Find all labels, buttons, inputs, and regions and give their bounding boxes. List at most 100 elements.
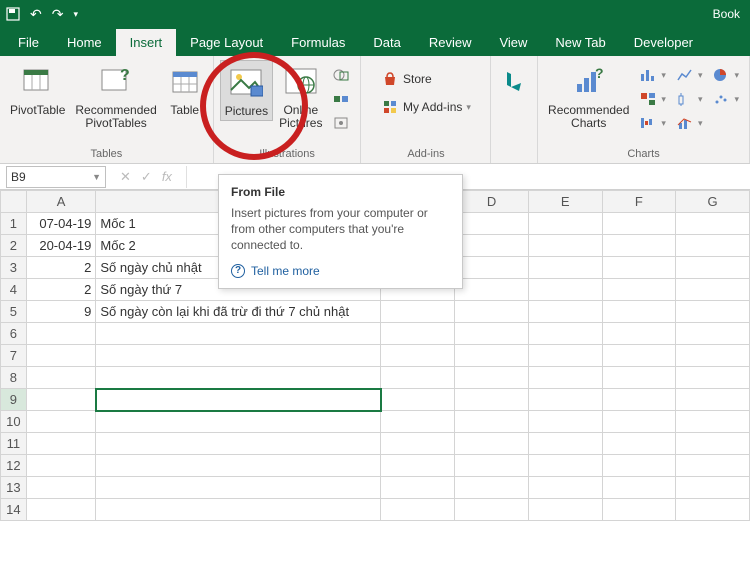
tab-home[interactable]: Home (53, 29, 116, 56)
col-header-E[interactable]: E (528, 191, 602, 213)
cell[interactable] (528, 367, 602, 389)
cell[interactable] (26, 499, 96, 521)
cell[interactable] (455, 411, 529, 433)
cell[interactable] (528, 499, 602, 521)
line-chart-button[interactable]: ▾ (672, 64, 707, 86)
cell[interactable] (455, 257, 529, 279)
row-header[interactable]: 6 (1, 323, 27, 345)
cell[interactable] (455, 323, 529, 345)
shapes-button[interactable] (328, 64, 354, 86)
column-chart-button[interactable]: ▾ (635, 64, 670, 86)
undo-icon[interactable]: ↶ (30, 6, 42, 23)
cell[interactable] (676, 279, 750, 301)
cell[interactable] (381, 345, 455, 367)
cell[interactable] (528, 213, 602, 235)
cell[interactable] (26, 345, 96, 367)
row-header[interactable]: 4 (1, 279, 27, 301)
cell[interactable] (528, 433, 602, 455)
cell[interactable] (528, 301, 602, 323)
cell[interactable]: Số ngày còn lại khi đã trừ đi thứ 7 chủ … (96, 301, 381, 323)
cell[interactable] (455, 279, 529, 301)
cell[interactable] (96, 323, 381, 345)
row-header[interactable]: 14 (1, 499, 27, 521)
scatter-chart-button[interactable]: ▾ (708, 88, 743, 110)
cell[interactable] (602, 477, 676, 499)
store-button[interactable]: Store (377, 68, 436, 90)
cell[interactable] (381, 323, 455, 345)
row-header[interactable]: 3 (1, 257, 27, 279)
redo-icon[interactable]: ↷ (52, 6, 64, 23)
smartart-button[interactable] (328, 88, 354, 110)
cell[interactable] (528, 411, 602, 433)
tab-insert[interactable]: Insert (116, 29, 177, 56)
cell[interactable]: 2 (26, 257, 96, 279)
cell[interactable] (602, 367, 676, 389)
online-pictures-button[interactable]: Online Pictures (275, 60, 326, 132)
cell[interactable] (602, 213, 676, 235)
col-header-A[interactable]: A (26, 191, 96, 213)
cell[interactable] (528, 389, 602, 411)
my-addins-button[interactable]: My Add-ins ▾ (377, 96, 475, 118)
cell[interactable] (455, 235, 529, 257)
cancel-icon[interactable]: ✕ (120, 169, 131, 185)
cell[interactable] (676, 433, 750, 455)
cell[interactable] (602, 301, 676, 323)
row-header[interactable]: 8 (1, 367, 27, 389)
fx-icon[interactable]: fx (162, 169, 172, 185)
cell[interactable] (455, 367, 529, 389)
cell[interactable] (676, 257, 750, 279)
statistic-chart-button[interactable]: ▾ (672, 88, 707, 110)
tab-formulas[interactable]: Formulas (277, 29, 359, 56)
cell[interactable] (381, 433, 455, 455)
cell[interactable] (96, 345, 381, 367)
cell[interactable] (96, 411, 381, 433)
cell[interactable] (676, 235, 750, 257)
tab-view[interactable]: View (485, 29, 541, 56)
cell[interactable] (528, 235, 602, 257)
cell[interactable] (455, 499, 529, 521)
cell[interactable] (455, 345, 529, 367)
row-header[interactable]: 10 (1, 411, 27, 433)
qat-dropdown-icon[interactable]: ▾ (73, 9, 78, 20)
bing-maps-button[interactable] (492, 60, 536, 104)
combo-chart-button[interactable]: ▾ (672, 112, 707, 134)
save-icon[interactable] (6, 7, 20, 21)
tab-review[interactable]: Review (415, 29, 486, 56)
cell[interactable] (602, 257, 676, 279)
cell[interactable] (381, 477, 455, 499)
pivottable-button[interactable]: PivotTable (6, 60, 69, 119)
row-header[interactable]: 1 (1, 213, 27, 235)
tooltip-tell-me-more[interactable]: ? Tell me more (231, 264, 450, 278)
pictures-button[interactable]: Pictures (220, 60, 273, 121)
enter-icon[interactable]: ✓ (141, 169, 152, 185)
screenshot-button[interactable] (328, 112, 354, 134)
cell[interactable] (676, 345, 750, 367)
table-button[interactable]: Table (163, 60, 207, 119)
tab-new-tab[interactable]: New Tab (541, 29, 619, 56)
cell[interactable] (602, 235, 676, 257)
cell[interactable] (455, 455, 529, 477)
cell[interactable] (455, 301, 529, 323)
cell[interactable]: 9 (26, 301, 96, 323)
cell[interactable] (96, 433, 381, 455)
tab-developer[interactable]: Developer (620, 29, 707, 56)
recommended-charts-button[interactable]: ? Recommended Charts (544, 60, 633, 132)
cell[interactable] (96, 477, 381, 499)
cell[interactable] (602, 499, 676, 521)
cell[interactable] (676, 499, 750, 521)
cell[interactable] (455, 213, 529, 235)
cell[interactable] (602, 323, 676, 345)
row-header[interactable]: 13 (1, 477, 27, 499)
cell[interactable] (26, 323, 96, 345)
cell[interactable] (381, 411, 455, 433)
row-header[interactable]: 11 (1, 433, 27, 455)
cell[interactable] (602, 345, 676, 367)
hierarchy-chart-button[interactable]: ▾ (635, 88, 670, 110)
cell[interactable] (528, 345, 602, 367)
row-header[interactable]: 2 (1, 235, 27, 257)
col-header-F[interactable]: F (602, 191, 676, 213)
cell[interactable] (676, 323, 750, 345)
cell[interactable] (381, 367, 455, 389)
cell[interactable] (26, 411, 96, 433)
cell[interactable] (455, 433, 529, 455)
